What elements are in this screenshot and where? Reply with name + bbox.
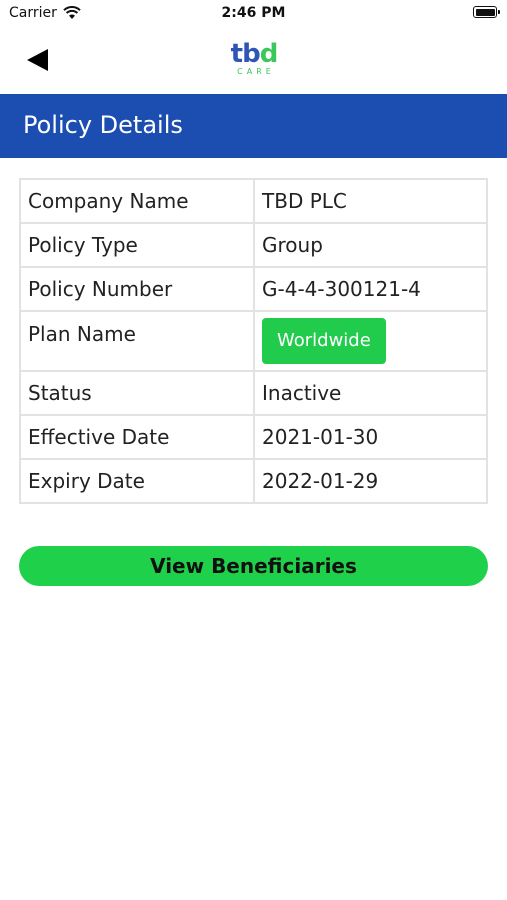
battery-icon [473,6,500,18]
status-time: 2:46 PM [221,5,286,21]
back-arrow-icon[interactable] [27,48,49,72]
row-label: Expiry Date [19,458,255,504]
row-label: Company Name [19,178,255,224]
row-label: Status [19,370,255,416]
table-row-plan-name: Plan Name Worldwide [19,310,488,372]
logo-text-accent: d [259,39,279,69]
row-label: Policy Number [19,266,255,312]
table-row-expiry-date: Expiry Date 2022-01-29 [19,458,488,504]
table-row-company-name: Company Name TBD PLC [19,178,488,224]
row-value: 2022-01-29 [253,458,488,504]
row-label: Effective Date [19,414,255,460]
logo-text-main: tb [230,39,261,69]
table-row-status: Status Inactive [19,370,488,416]
plan-badge[interactable]: Worldwide [262,318,386,364]
row-value: TBD PLC [253,178,488,224]
page-header: Policy Details [0,94,507,158]
tbd-care-logo: tbd CARE [224,40,284,82]
view-beneficiaries-button[interactable]: View Beneficiaries [19,546,488,586]
row-label: Plan Name [19,310,255,372]
row-value: Worldwide [253,310,488,372]
table-row-policy-type: Policy Type Group [19,222,488,268]
page-title: Policy Details [23,111,183,139]
row-value: 2021-01-30 [253,414,488,460]
table-row-policy-number: Policy Number G-4-4-300121-4 [19,266,488,312]
nav-bar: tbd CARE [0,28,507,94]
row-value: Inactive [253,370,488,416]
row-label: Policy Type [19,222,255,268]
row-value: G-4-4-300121-4 [253,266,488,312]
table-row-effective-date: Effective Date 2021-01-30 [19,414,488,460]
policy-details-table: Company Name TBD PLC Policy Type Group P… [19,178,488,504]
row-value: Group [253,222,488,268]
status-bar: Carrier 2:46 PM [0,0,507,28]
